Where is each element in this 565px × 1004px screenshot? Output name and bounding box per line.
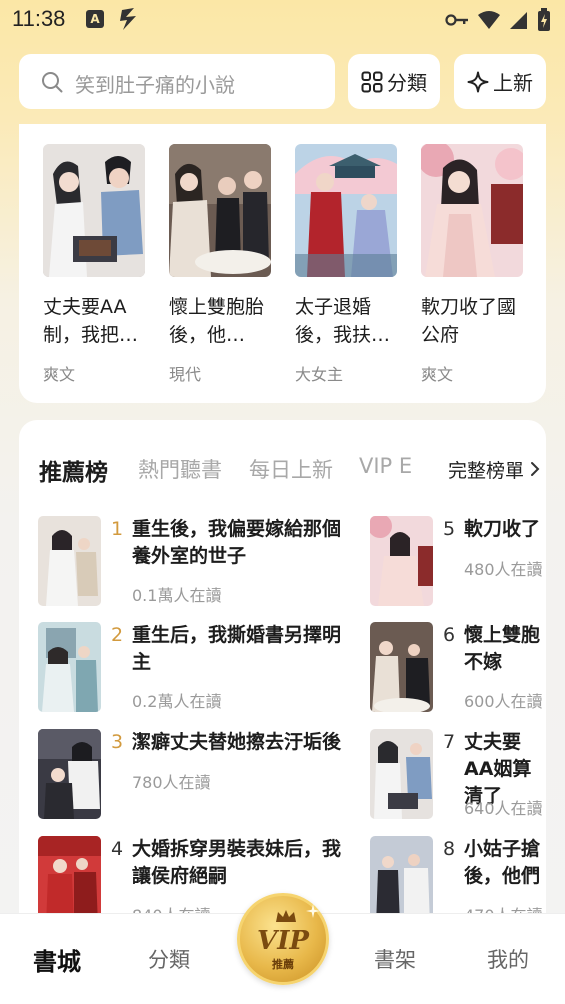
ranking-cover[interactable] bbox=[370, 516, 433, 606]
ranking-item[interactable]: 6 懷上雙胞不嫁 600人在讀 bbox=[370, 622, 546, 714]
ranking-title: 小姑子搶後，他們 bbox=[464, 838, 541, 887]
ranking-title: 懷上雙胞不嫁 bbox=[464, 624, 541, 673]
book-item[interactable]: 太子退婚後，我扶… 大女主 bbox=[295, 144, 397, 385]
rank-number: 3 bbox=[111, 731, 124, 753]
ranking-item[interactable]: 1 重生後，我偏要嫁給那個養外室的世子 0.1萬人在讀 bbox=[38, 516, 358, 608]
book-item[interactable]: 丈夫要AA制，我把… 爽文 bbox=[43, 144, 145, 385]
nav-mine[interactable]: 我的 bbox=[487, 944, 529, 974]
ranking-cover[interactable] bbox=[38, 516, 101, 606]
ranking-readers: 0.2萬人在讀 bbox=[132, 692, 222, 711]
ranking-readers: 480人在讀 bbox=[464, 560, 543, 579]
tab-vip[interactable]: VIP E bbox=[359, 454, 412, 478]
category-button[interactable]: 分類 bbox=[348, 54, 440, 109]
rank-number: 2 bbox=[111, 624, 124, 646]
book-cover[interactable] bbox=[169, 144, 271, 277]
cover-illustration bbox=[295, 144, 397, 277]
sparkle-icon bbox=[306, 904, 320, 918]
nav-bookstore[interactable]: 書城 bbox=[33, 942, 81, 977]
ranking-readers: 780人在讀 bbox=[132, 773, 211, 792]
vip-button[interactable]: VIP 推薦 bbox=[237, 893, 329, 985]
nav-category[interactable]: 分類 bbox=[148, 944, 190, 974]
full-list-label: 完整榜單 bbox=[447, 459, 524, 482]
book-genre: 爽文 bbox=[421, 365, 454, 384]
book-item[interactable]: 懷上雙胞胎後，他… 現代 bbox=[169, 144, 271, 385]
battery-icon bbox=[538, 8, 550, 31]
tab-daily-new[interactable]: 每日上新 bbox=[249, 454, 333, 484]
sparkle-icon bbox=[467, 71, 489, 92]
book-title: 太子退婚後，我扶… bbox=[295, 296, 391, 346]
ranking-title: 大婚拆穿男裝表妹后，我讓侯府絕嗣 bbox=[132, 838, 342, 887]
signal-icon bbox=[510, 12, 527, 29]
rank-number: 6 bbox=[443, 624, 456, 646]
ranking-item[interactable]: 3 潔癖丈夫替她擦去汙垢後 780人在讀 bbox=[38, 729, 358, 821]
vip-label: VIP bbox=[257, 926, 309, 956]
ranking-cover[interactable] bbox=[38, 622, 101, 712]
key-icon bbox=[445, 14, 468, 26]
featured-books-card: 丈夫要AA制，我把… 爽文 懷上雙胞胎後，他… 現代 太子退婚後，我扶… 大女主… bbox=[19, 124, 546, 403]
cover-illustration bbox=[38, 516, 101, 606]
ranking-cover[interactable] bbox=[38, 729, 101, 819]
bolt-icon bbox=[120, 8, 136, 30]
ranking-readers: 0.1萬人在讀 bbox=[132, 586, 222, 605]
full-list-link[interactable]: 完整榜單 bbox=[427, 452, 546, 486]
status-icons bbox=[445, 8, 551, 32]
vip-sub-label: 推薦 bbox=[272, 958, 294, 971]
crown-icon bbox=[276, 910, 296, 922]
tab-hot-audiobooks[interactable]: 熱門聽書 bbox=[138, 454, 222, 484]
cover-illustration bbox=[43, 144, 145, 277]
status-bar: 11:38 A bbox=[0, 0, 565, 40]
book-item[interactable]: 軟刀收了國公府 爽文 bbox=[421, 144, 523, 385]
category-button-label: 分類 bbox=[387, 71, 427, 95]
ranking-tabs: 推薦榜 熱門聽書 每日上新 VIP E 完整榜單 bbox=[39, 452, 546, 487]
ranking-title: 重生后，我撕婚書另擇明主 bbox=[132, 624, 342, 673]
ranking-cover[interactable] bbox=[370, 729, 433, 819]
book-cover[interactable] bbox=[295, 144, 397, 277]
search-input[interactable]: 笑到肚子痛的小說 bbox=[19, 54, 335, 109]
book-title: 丈夫要AA制，我把… bbox=[43, 296, 139, 346]
book-title: 軟刀收了國公府 bbox=[421, 296, 517, 346]
cover-illustration bbox=[370, 622, 433, 712]
cover-illustration bbox=[370, 516, 433, 606]
cover-illustration bbox=[169, 144, 271, 277]
ranking-title: 軟刀收了 bbox=[464, 518, 541, 540]
book-cover[interactable] bbox=[421, 144, 523, 277]
ranking-title: 潔癖丈夫替她擦去汙垢後 bbox=[132, 731, 342, 753]
chevron-right-icon bbox=[531, 462, 540, 476]
book-genre: 爽文 bbox=[43, 365, 76, 384]
ranking-item[interactable]: 7 丈夫要AA姻算清了 640人在讀 bbox=[370, 729, 546, 821]
new-releases-button-label: 上新 bbox=[493, 71, 533, 95]
book-cover[interactable] bbox=[43, 144, 145, 277]
ranking-item[interactable]: 2 重生后，我撕婚書另擇明主 0.2萬人在讀 bbox=[38, 622, 358, 714]
ranking-item[interactable]: 5 軟刀收了 480人在讀 bbox=[370, 516, 546, 608]
grid-icon bbox=[361, 71, 383, 92]
rank-number: 1 bbox=[111, 518, 124, 540]
book-genre: 現代 bbox=[169, 365, 202, 384]
app-notification-icon: A bbox=[86, 10, 104, 28]
cover-illustration bbox=[38, 622, 101, 712]
ranking-title: 重生後，我偏要嫁給那個養外室的世子 bbox=[132, 518, 342, 567]
cover-illustration bbox=[38, 729, 101, 819]
ranking-readers: 600人在讀 bbox=[464, 692, 543, 711]
book-title: 懷上雙胞胎後，他… bbox=[169, 296, 265, 346]
status-time: 11:38 bbox=[12, 6, 66, 31]
search-placeholder: 笑到肚子痛的小說 bbox=[75, 73, 235, 97]
cover-illustration bbox=[370, 729, 433, 819]
search-icon bbox=[42, 72, 63, 93]
rank-number: 7 bbox=[443, 731, 456, 753]
tab-recommended[interactable]: 推薦榜 bbox=[39, 453, 108, 487]
new-releases-button[interactable]: 上新 bbox=[454, 54, 546, 109]
rank-number: 5 bbox=[443, 518, 456, 540]
rank-number: 8 bbox=[443, 838, 456, 860]
wifi-icon bbox=[478, 11, 500, 29]
book-genre: 大女主 bbox=[295, 365, 344, 384]
cover-illustration bbox=[421, 144, 523, 277]
rank-number: 4 bbox=[111, 838, 124, 860]
nav-bookshelf[interactable]: 書架 bbox=[374, 944, 416, 974]
ranking-readers: 640人在讀 bbox=[464, 799, 543, 818]
ranking-cover[interactable] bbox=[370, 622, 433, 712]
